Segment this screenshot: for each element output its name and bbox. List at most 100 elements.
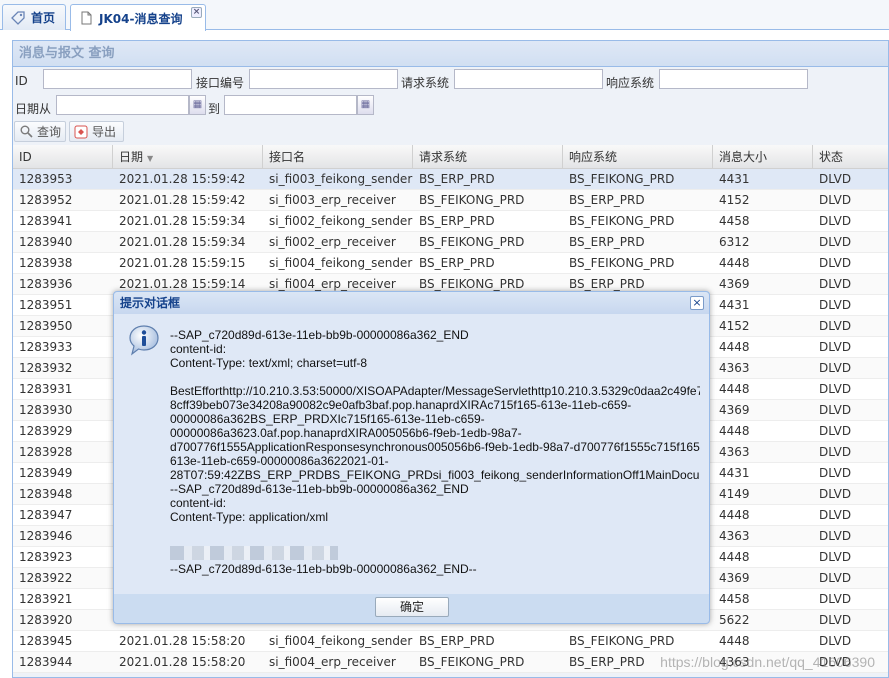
cell-response-system: BS_FEIKONG_PRD (569, 634, 675, 648)
tab-close-icon[interactable]: × (191, 7, 202, 18)
column-header-response-system[interactable]: 响应系统 (563, 145, 713, 169)
document-icon (79, 11, 93, 25)
calendar-icon[interactable]: ▦ (189, 95, 206, 115)
close-icon[interactable]: × (690, 296, 704, 310)
cell-size: 4448 (719, 424, 750, 438)
cell-status: DLVD (819, 235, 852, 249)
cell-size: 4369 (719, 571, 750, 585)
tag-icon (11, 10, 25, 25)
tab-home[interactable]: 首页 (2, 4, 66, 30)
message-line: --SAP_c720d89d-613e-11eb-bb9b-00000086a3… (170, 482, 469, 496)
cell-date: 2021.01.28 15:58:20 (119, 634, 246, 648)
cell-size: 4448 (719, 634, 750, 648)
tab-home-label: 首页 (31, 11, 56, 25)
panel-title: 消息与报文 查询 (13, 41, 888, 67)
id-label: ID (15, 74, 28, 88)
export-button[interactable]: 导出 (69, 121, 124, 142)
tab-message-query[interactable]: JK04-消息查询 × (70, 4, 206, 31)
cell-response-system: BS_FEIKONG_PRD (569, 172, 675, 186)
column-header-interface[interactable]: 接口名 (263, 145, 413, 169)
cell-id: 1283920 (19, 613, 73, 627)
cell-status: DLVD (819, 403, 852, 417)
cell-response-system: BS_ERP_PRD (569, 193, 645, 207)
cell-size: 6312 (719, 235, 750, 249)
cell-request-system: BS_ERP_PRD (419, 214, 495, 228)
cell-id: 1283953 (19, 172, 73, 186)
cell-date: 2021.01.28 15:59:42 (119, 172, 246, 186)
table-row[interactable]: 1283938 2021.01.28 15:59:15 si_fi004_feiko… (13, 253, 888, 274)
cell-id: 1283921 (19, 592, 73, 606)
cell-status: DLVD (819, 382, 852, 396)
message-line: content-id: (170, 342, 227, 356)
cell-size: 5622 (719, 613, 750, 627)
cell-id: 1283930 (19, 403, 73, 417)
cell-status: DLVD (819, 214, 852, 228)
message-line: 613e-11eb-c659-00000086a3622021-01- (170, 454, 389, 468)
cell-date: 2021.01.28 15:58:20 (119, 655, 246, 669)
cell-status: DLVD (819, 571, 852, 585)
toolbar: 查询 导出 (13, 121, 888, 143)
cell-status: DLVD (819, 277, 852, 291)
message-line: 00000086a3623.0af.pop.hanaprdXIRA005056b… (170, 426, 522, 440)
cell-status: DLVD (819, 424, 852, 438)
cell-id: 1283941 (19, 214, 73, 228)
dialog-body: --SAP_c720d89d-613e-11eb-bb9b-00000086a3… (114, 314, 709, 594)
cell-status: DLVD (819, 550, 852, 564)
message-line: Content-Type: application/xml (170, 510, 329, 524)
cell-status: DLVD (819, 634, 852, 648)
cell-id: 1283928 (19, 445, 73, 459)
message-line: 00000086a362BS_ERP_PRDXIc715f165-613e-11… (170, 412, 485, 426)
column-header-request-system[interactable]: 请求系统 (413, 145, 563, 169)
request-system-input[interactable] (454, 69, 603, 89)
column-header-id[interactable]: ID (13, 145, 113, 169)
date-from-input[interactable] (56, 95, 189, 115)
cell-date: 2021.01.28 15:59:42 (119, 193, 246, 207)
info-icon (128, 324, 160, 356)
column-header-status[interactable]: 状态 (813, 145, 888, 169)
table-row[interactable]: 1283940 2021.01.28 15:59:34 si_fi002_erp_r… (13, 232, 888, 253)
cell-interface: si_fi003_erp_receiver (269, 193, 396, 207)
cell-status: DLVD (819, 193, 852, 207)
cell-id: 1283950 (19, 319, 73, 333)
response-system-label: 响应系统 (606, 76, 655, 90)
sort-desc-icon: ▼ (147, 154, 154, 163)
cell-request-system: BS_FEIKONG_PRD (419, 235, 525, 249)
request-system-label: 请求系统 (401, 76, 450, 90)
column-header-size[interactable]: 消息大小 (713, 145, 813, 169)
table-row[interactable]: 1283945 2021.01.28 15:58:20 si_fi004_feiko… (13, 631, 888, 652)
message-line: content-id: (170, 496, 227, 510)
calendar-icon[interactable]: ▦ (357, 95, 374, 115)
cell-response-system: BS_FEIKONG_PRD (569, 256, 675, 270)
cell-status: DLVD (819, 466, 852, 480)
cell-status: DLVD (819, 340, 852, 354)
cell-id: 1283940 (19, 235, 73, 249)
ok-button[interactable]: 确定 (375, 597, 449, 617)
cell-date: 2021.01.28 15:59:34 (119, 214, 246, 228)
cell-request-system: BS_FEIKONG_PRD (419, 193, 525, 207)
table-row[interactable]: 1283952 2021.01.28 15:59:42 si_fi003_erp_r… (13, 190, 888, 211)
column-header-date-label: 日期 (119, 150, 144, 164)
id-input[interactable] (43, 69, 192, 89)
cell-size: 4369 (719, 277, 750, 291)
interface-no-input[interactable] (249, 69, 398, 89)
query-button[interactable]: 查询 (14, 121, 66, 142)
cell-size: 4363 (719, 529, 750, 543)
cell-status: DLVD (819, 256, 852, 270)
cell-size: 4448 (719, 508, 750, 522)
query-label: 查询 (37, 125, 62, 139)
date-to-input[interactable] (224, 95, 357, 115)
cell-request-system: BS_ERP_PRD (419, 172, 495, 186)
table-row[interactable]: 1283941 2021.01.28 15:59:34 si_fi002_feiko… (13, 211, 888, 232)
column-header-date[interactable]: 日期 ▼ (113, 145, 263, 169)
cell-interface: si_fi004_feikong_sender (269, 634, 413, 648)
message-line-end: --SAP_c720d89d-613e-11eb-bb9b-00000086a3… (170, 562, 477, 576)
cell-size: 4431 (719, 172, 750, 186)
redacted-content (170, 546, 338, 560)
cell-id: 1283945 (19, 634, 73, 648)
table-row[interactable]: 1283953 2021.01.28 15:59:42 si_fi003_feiko… (13, 169, 888, 190)
cell-size: 4448 (719, 382, 750, 396)
response-system-input[interactable] (659, 69, 808, 89)
cell-id: 1283948 (19, 487, 73, 501)
cell-size: 4152 (719, 193, 750, 207)
cell-interface: si_fi004_erp_receiver (269, 655, 396, 669)
